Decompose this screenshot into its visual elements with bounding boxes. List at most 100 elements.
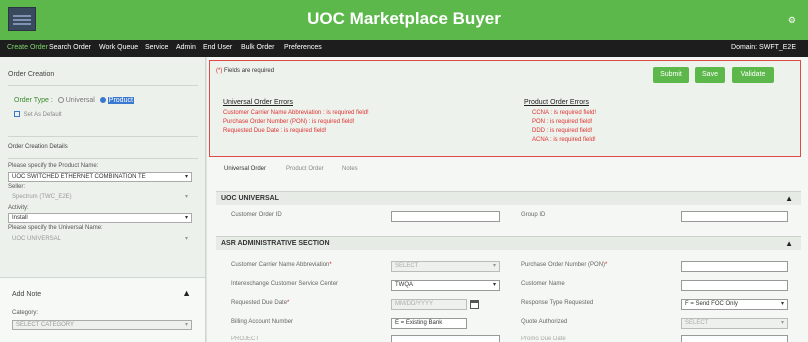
universal-errors-title: Universal Order Errors bbox=[223, 99, 294, 106]
activity-value: Install bbox=[12, 215, 28, 221]
divider bbox=[8, 136, 198, 137]
calendar-icon[interactable] bbox=[470, 300, 479, 309]
chevron-up-icon[interactable]: ▲ bbox=[785, 239, 793, 248]
iccsc-select[interactable]: TWQA ▾ bbox=[391, 280, 500, 291]
ccna-label: Customer Carrier Name Abbreviation* bbox=[231, 262, 332, 268]
universal-name-label: Please specify the Universal Name: bbox=[8, 225, 103, 231]
universal-error-line: Purchase Order Number (PON) : is require… bbox=[223, 119, 355, 125]
due-date-label: Requested Due Date* bbox=[231, 300, 290, 306]
product-name-select[interactable]: UOC SWITCHED ETHERNET COMBINATION TE ▾ bbox=[8, 172, 192, 182]
customer-name-input[interactable] bbox=[681, 280, 788, 291]
universal-name-value: UOC UNIVERSAL bbox=[12, 236, 62, 242]
activity-label: Activity: bbox=[8, 205, 29, 211]
radio-universal[interactable] bbox=[57, 97, 64, 104]
radio-universal-label: Universal bbox=[65, 97, 95, 104]
order-creation-heading: Order Creation bbox=[8, 71, 55, 78]
response-type-select[interactable]: F = Send FOC Only ▾ bbox=[681, 299, 788, 310]
iccsc-value: TWQA bbox=[395, 282, 413, 288]
universal-error-line: Customer Carrier Name Abbreviation : is … bbox=[223, 110, 369, 116]
product-name-value: UOC SWITCHED ETHERNET COMBINATION TE bbox=[12, 174, 146, 180]
settings-icon[interactable]: ⚙ bbox=[788, 15, 796, 26]
customer-name-label: Customer Name bbox=[521, 281, 565, 287]
promo-input[interactable] bbox=[681, 335, 788, 342]
seller-value: Spectrum (TWC_E2E) bbox=[12, 194, 72, 200]
nav-bulk-order[interactable]: Bulk Order bbox=[241, 44, 274, 51]
sidebar: Order Creation Order Type : Universal Pr… bbox=[0, 57, 206, 342]
chevron-down-icon: ▾ bbox=[780, 301, 784, 307]
required-text: Fields are required bbox=[224, 68, 275, 74]
chevron-up-icon[interactable]: ▲ bbox=[182, 288, 191, 298]
product-error-line: DDD : is required field! bbox=[532, 128, 593, 134]
chevron-down-icon: ▾ bbox=[184, 174, 188, 180]
required-marker: (*) bbox=[216, 68, 223, 74]
ban-value: E = Existing Bank bbox=[395, 320, 443, 326]
divider bbox=[8, 85, 198, 86]
project-label: PROJECT bbox=[231, 336, 260, 342]
due-date-placeholder: MM/DD/YYYY bbox=[395, 301, 434, 307]
nav-preferences[interactable]: Preferences bbox=[284, 44, 322, 51]
product-error-line: PON : is required field! bbox=[532, 119, 593, 125]
category-select[interactable]: SELECT CATEGORY ▾ bbox=[12, 320, 192, 330]
radio-product-label: Product bbox=[107, 97, 134, 104]
chevron-up-icon[interactable]: ▲ bbox=[785, 194, 793, 203]
response-type-value: F = Send FOC Only bbox=[685, 301, 738, 307]
submit-button[interactable]: Submit bbox=[653, 67, 689, 83]
nav-search-order[interactable]: Search Order bbox=[49, 44, 91, 51]
chevron-down-icon: ▾ bbox=[780, 320, 784, 326]
order-type-row: Order Type : Universal Product bbox=[14, 97, 134, 104]
main-nav: Create Order Search Order Work Queue Ser… bbox=[0, 40, 808, 57]
save-button[interactable]: Save bbox=[695, 67, 725, 83]
set-default-row: Set As Default bbox=[14, 111, 62, 118]
nav-service[interactable]: Service bbox=[145, 44, 168, 51]
tab-notes[interactable]: Notes bbox=[342, 166, 358, 172]
uoc-universal-section: UOC UNIVERSAL ▲ bbox=[216, 191, 801, 205]
activity-select[interactable]: Install ▾ bbox=[8, 213, 192, 223]
iccsc-label: Interexchange Customer Service Center bbox=[231, 281, 339, 287]
ccna-select[interactable]: SELECT ▾ bbox=[391, 261, 500, 272]
chevron-down-icon: ▾ bbox=[184, 194, 188, 200]
pon-label: Purchase Order Number (PON)* bbox=[521, 262, 608, 268]
add-note-panel: Add Note ▲ Category: SELECT CATEGORY ▾ bbox=[0, 277, 205, 342]
chevron-down-icon: ▾ bbox=[184, 236, 188, 242]
response-type-label: Response Type Requested bbox=[521, 300, 594, 306]
product-errors-title: Product Order Errors bbox=[524, 99, 589, 106]
error-panel: (*) Fields are required Submit Save Vali… bbox=[209, 60, 801, 157]
due-date-input[interactable]: MM/DD/YYYY bbox=[391, 299, 467, 310]
quote-label: Quote Authorized bbox=[521, 319, 568, 325]
nav-admin[interactable]: Admin bbox=[176, 44, 196, 51]
order-type-label: Order Type : bbox=[14, 97, 53, 104]
customer-order-id-input[interactable] bbox=[391, 211, 500, 222]
category-label: Category: bbox=[12, 310, 39, 316]
chevron-down-icon: ▾ bbox=[492, 282, 496, 288]
pon-input[interactable] bbox=[681, 261, 788, 272]
validate-button[interactable]: Validate bbox=[732, 67, 774, 83]
seller-select[interactable]: Spectrum (TWC_E2E) ▾ bbox=[8, 192, 192, 202]
ban-input[interactable]: E = Existing Bank bbox=[391, 318, 467, 329]
project-input[interactable] bbox=[391, 335, 500, 342]
tab-product-order[interactable]: Product Order bbox=[286, 166, 324, 172]
tab-universal-order[interactable]: Universal Order bbox=[224, 166, 266, 172]
asr-admin-section: ASR ADMINISTRATIVE SECTION ▲ bbox=[216, 236, 801, 250]
set-default-label: Set As Default bbox=[23, 111, 62, 118]
group-id-input[interactable] bbox=[681, 211, 788, 222]
divider bbox=[8, 158, 198, 159]
order-creation-details-heading: Order Creation Details bbox=[8, 144, 68, 150]
chevron-down-icon: ▾ bbox=[184, 215, 188, 221]
nav-create-order[interactable]: Create Order bbox=[7, 44, 48, 51]
set-default-checkbox[interactable] bbox=[14, 111, 20, 117]
ban-label: Billing Account Number bbox=[231, 319, 294, 325]
quote-value: SELECT bbox=[685, 320, 709, 326]
promo-label: Promo Due Date bbox=[521, 336, 566, 342]
nav-work-queue[interactable]: Work Queue bbox=[99, 44, 138, 51]
section-title: UOC UNIVERSAL bbox=[221, 195, 279, 202]
quote-select[interactable]: SELECT ▾ bbox=[681, 318, 788, 329]
group-id-label: Group ID bbox=[521, 212, 546, 218]
universal-name-select[interactable]: UOC UNIVERSAL ▾ bbox=[8, 234, 192, 244]
add-note-heading: Add Note bbox=[12, 291, 42, 298]
required-note: (*) Fields are required bbox=[216, 68, 274, 74]
chevron-down-icon: ▾ bbox=[492, 263, 496, 269]
radio-product[interactable] bbox=[99, 97, 106, 104]
title-bar: UOC Marketplace Buyer ⚙ bbox=[0, 0, 808, 40]
customer-order-id-label: Customer Order ID bbox=[231, 212, 282, 218]
nav-end-user[interactable]: End User bbox=[203, 44, 232, 51]
